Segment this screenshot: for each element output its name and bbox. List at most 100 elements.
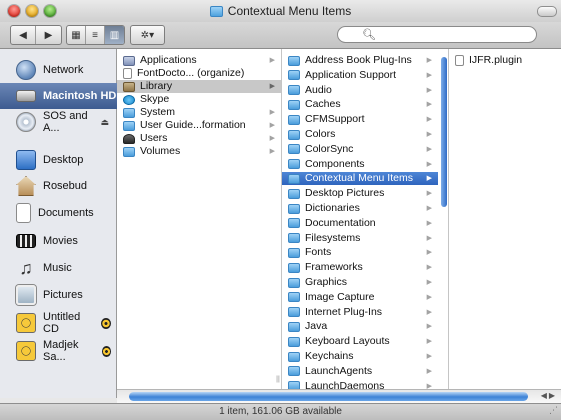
disclosure-arrow-icon: ▶ [426,71,432,79]
icon-view-button[interactable]: ▦ [67,26,86,44]
disclosure-arrow-icon: ▶ [426,293,432,301]
folder-icon [288,129,300,140]
sidebar-item[interactable]: ♫ Music [0,255,117,281]
list-item[interactable]: CFMSupport ▶ [282,113,438,126]
list-item[interactable]: IJFR.plugin [449,54,561,67]
sidebar-item[interactable]: SOS and A... ⏏ [0,109,117,135]
search-field[interactable]: 🔍︎ [337,26,537,43]
sidebar-item[interactable]: Desktop [0,147,117,173]
column-resizer[interactable]: || [274,376,281,386]
column-root[interactable]: || Applications ▶ FontDocto... (organize) L… [117,49,282,389]
burn-icon[interactable] [101,317,111,329]
sidebar-item[interactable]: Madjek Sa... [0,338,117,364]
scroll-arrows[interactable]: ◀▶ [541,391,557,400]
list-item[interactable]: FontDocto... (organize) [117,67,281,80]
list-item[interactable]: Internet Plug-Ins ▶ [282,306,438,319]
list-item[interactable]: Colors ▶ [282,128,438,141]
horizontal-scroll-thumb[interactable] [129,392,528,401]
search-input[interactable] [376,28,526,41]
sidebar-item[interactable]: Untitled CD [0,310,117,336]
sidebar-item-label: Untitled CD [43,311,81,335]
list-item[interactable]: Desktop Pictures ▶ [282,187,438,200]
list-item-label: Volumes [140,145,181,157]
eject-icon[interactable]: ⏏ [100,117,109,128]
list-item[interactable]: Components ▶ [282,158,438,171]
folder-icon [288,307,300,318]
disclosure-arrow-icon: ▶ [426,131,432,138]
sidebar-item[interactable]: Documents [0,200,117,226]
list-item[interactable]: Caches ▶ [282,98,438,111]
column-library-scroll-thumb[interactable] [441,57,447,207]
list-item[interactable]: Java ▶ [282,320,438,333]
action-menu-button[interactable]: ✲▾ [131,26,164,44]
sidebar-item-label: Desktop [43,154,84,166]
title-bar[interactable]: Contextual Menu Items [0,0,561,22]
disclosure-arrow-icon: ▶ [426,308,432,316]
disclosure-arrow-icon: ▶ [426,367,432,375]
list-item[interactable]: Skype [117,93,281,106]
column-library-scrollbar[interactable] [440,49,448,389]
list-item[interactable]: Frameworks ▶ [282,261,438,274]
documents-icon [16,203,31,223]
list-item-label: IJFR.plugin [469,54,523,66]
list-item[interactable]: Keychains ▶ [282,350,438,363]
list-item[interactable]: System ▶ [117,106,281,119]
zoom-button[interactable] [44,5,56,17]
forward-button[interactable]: ▶ [36,26,61,44]
list-item[interactable]: Contextual Menu Items ▶ [282,172,438,186]
horizontal-scrollbar[interactable]: ◀▶ [117,389,561,403]
sidebar-item[interactable]: Movies [0,228,117,254]
list-item[interactable]: Fonts ▶ [282,246,438,259]
list-item[interactable]: User Guide...formation ▶ [117,119,281,132]
burn-cd-icon [16,341,36,361]
disclosure-arrow-icon: ▶ [426,353,432,360]
resize-grip[interactable]: ⋰ [549,402,558,418]
movies-icon [16,234,36,248]
disclosure-arrow-icon: ▶ [269,57,275,64]
list-item[interactable]: Graphics ▶ [282,276,438,289]
list-item[interactable]: Address Book Plug-Ins ▶ [282,54,438,67]
list-item-label: Keychains [305,350,354,362]
list-item-label: Image Capture [305,290,375,303]
list-item-label: System [140,106,176,118]
sidebar-item[interactable]: Pictures [0,282,117,308]
folder-icon [288,292,300,303]
list-item[interactable]: Keyboard Layouts ▶ [282,335,438,348]
sidebar-item[interactable]: Rosebud [0,173,117,199]
list-item-label: Keyboard Layouts [305,335,390,348]
folder-icon [288,277,300,288]
list-item[interactable]: Volumes ▶ [117,145,281,158]
list-item[interactable]: LaunchAgents ▶ [282,365,438,378]
list-item[interactable]: Image Capture ▶ [282,291,438,304]
minimize-button[interactable] [26,5,38,17]
list-item[interactable]: Filesystems ▶ [282,232,438,245]
list-view-button[interactable]: ≡ [86,26,105,44]
list-item[interactable]: Users ▶ [117,132,281,145]
list-item[interactable]: LaunchDaemons ▶ [282,380,438,389]
column-contextual-menu-items[interactable]: IJFR.plugin [449,49,561,389]
sidebar-item[interactable]: Macintosh HD [0,83,117,109]
column-library[interactable]: Address Book Plug-Ins ▶ Application Suppor… [282,49,449,389]
burn-icon[interactable] [101,345,111,357]
disclosure-arrow-icon: ▶ [269,109,275,116]
disclosure-arrow-icon: ▶ [269,122,275,129]
list-item[interactable]: Dictionaries ▶ [282,202,438,215]
cd-icon [16,112,36,132]
list-item[interactable]: Library ▶ [117,80,281,93]
list-item[interactable]: Audio ▶ [282,84,438,97]
list-item[interactable]: Documentation ▶ [282,217,438,230]
desktop-icon [16,150,36,170]
list-item-label: Address Book Plug-Ins [305,54,412,66]
sidebar-item[interactable]: Network [0,57,117,83]
sidebar-item-label: Music [43,262,72,274]
toolbar-toggle-button[interactable] [537,6,557,17]
back-button[interactable]: ◀ [11,26,36,44]
list-item[interactable]: Applications ▶ [117,54,281,67]
column-view-button[interactable]: ▥ [105,26,124,44]
folder-icon [123,146,135,157]
list-item[interactable]: ColorSync ▶ [282,143,438,156]
list-item[interactable]: Application Support ▶ [282,69,438,82]
disclosure-arrow-icon: ▶ [426,338,432,346]
list-item-label: FontDocto... (organize) [137,67,245,79]
close-button[interactable] [8,5,20,17]
